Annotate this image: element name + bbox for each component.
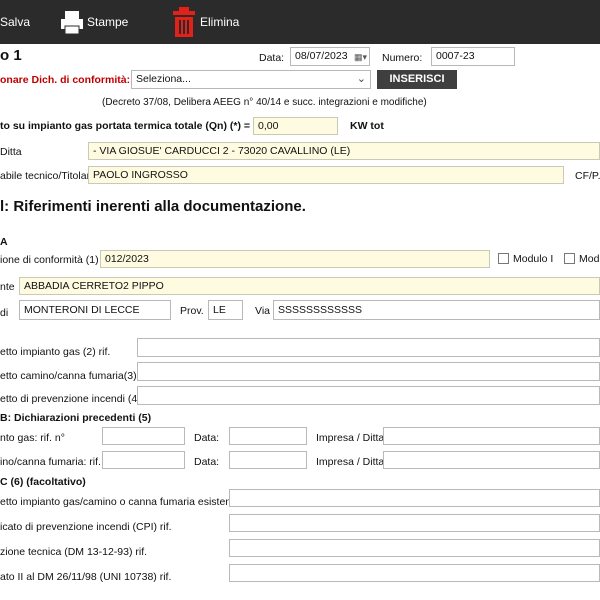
page-title: o 1	[0, 47, 22, 64]
select-value: Seleziona...	[136, 73, 191, 85]
prevenzione-incendi-field[interactable]	[137, 386, 600, 405]
print-button[interactable]: Stampe	[60, 0, 140, 44]
prov-field[interactable]: LE	[208, 300, 243, 320]
print-label: Stampe	[87, 15, 129, 29]
modulo1-label: Modulo I	[513, 253, 554, 265]
committente-label: nte	[0, 281, 15, 293]
cf-label: CF/P.I	[575, 170, 600, 182]
part-a-heading: A	[0, 236, 8, 248]
conformita-label: ione di conformità (1) n°	[0, 254, 112, 266]
modulo1-checkbox[interactable]: Modulo I	[498, 253, 553, 265]
modulo2-checkbox[interactable]: Modu	[564, 253, 600, 265]
portata-label: to su impianto gas portata termica total…	[0, 120, 250, 132]
prov-label: Prov.	[180, 305, 204, 317]
insert-button[interactable]: INSERISCI	[377, 70, 457, 89]
save-label: Salva	[0, 15, 31, 29]
via-field[interactable]: SSSSSSSSSSSS	[273, 300, 600, 320]
dich-conformita-label: onare Dich. di conformità:	[0, 74, 131, 86]
comune-label: di	[0, 307, 9, 319]
camino-data-label: Data:	[194, 456, 220, 468]
decreto-note: (Decreto 37/08, Delibera AEEG n° 40/14 e…	[102, 97, 427, 108]
uni10738-field[interactable]	[229, 564, 600, 582]
ditta-field[interactable]: - VIA GIOSUE' CARDUCCI 2 - 73020 CAVALLI…	[88, 142, 600, 160]
delete-button[interactable]: Elimina	[172, 0, 252, 44]
chevron-down-icon: ⌄	[356, 73, 366, 85]
relazione-tecnica-field[interactable]	[229, 539, 600, 557]
progetto-gas-label: etto impianto gas (2) rif.	[0, 346, 111, 358]
numero-label: Numero:	[382, 52, 423, 64]
impianto-gas-rif-label: nto gas: rif. n°	[0, 432, 65, 444]
via-label: Via	[255, 305, 270, 317]
impianto-gas-data-field[interactable]	[229, 427, 307, 445]
cpi-field[interactable]	[229, 514, 600, 532]
delete-label: Elimina	[200, 15, 240, 29]
impianto-gas-rif-field[interactable]	[102, 427, 185, 445]
modulo2-box[interactable]	[564, 253, 575, 264]
uni10738-label: ato II al DM 26/11/98 (UNI 10738) rif.	[0, 571, 172, 583]
cpi-label: icato di prevenzione incendi (CPI) rif.	[0, 521, 172, 533]
modulo1-box[interactable]	[498, 253, 509, 264]
portata-field[interactable]: 0,00	[253, 117, 338, 135]
progetto-camino-field[interactable]	[137, 362, 600, 381]
progetto-gas-field[interactable]	[137, 338, 600, 357]
relazione-tecnica-label: zione tecnica (DM 13-12-93) rif.	[0, 546, 148, 558]
date-picker[interactable]: 08/07/2023 ▦▾	[290, 47, 370, 66]
date-value: 08/07/2023	[295, 50, 348, 62]
data-label: Data:	[259, 52, 285, 64]
impianto-gas-impresa-field[interactable]	[383, 427, 600, 445]
prevenzione-incendi-label: etto di prevenzione incendi (4) rif.	[0, 393, 156, 405]
dich-conformita-select[interactable]: Seleziona... ⌄	[131, 70, 371, 89]
committente-field[interactable]: ABBADIA CERRETO2 PIPPO	[19, 277, 600, 295]
part-c-heading: C (6) (facoltativo)	[0, 476, 86, 488]
trash-icon	[173, 7, 195, 37]
modulo2-label: Modu	[579, 253, 600, 265]
section-title: l: Riferimenti inerenti alla documentazi…	[0, 198, 306, 215]
responsabile-field[interactable]: PAOLO INGROSSO	[88, 166, 564, 184]
comune-field[interactable]: MONTERONI DI LECCE	[19, 300, 171, 320]
impianto-gas-data-label: Data:	[194, 432, 220, 444]
progetto-camino-label: etto camino/canna fumaria(3) rif.	[0, 370, 152, 382]
impianto-gas-impresa-label: Impresa / Ditta	[316, 432, 385, 444]
printer-icon	[61, 11, 83, 35]
responsabile-label: abile tecnico/Titolare	[0, 170, 96, 182]
camino-impresa-label: Impresa / Ditta	[316, 456, 385, 468]
progetto-esistente-field[interactable]	[229, 489, 600, 507]
part-b-heading: B: Dichiarazioni precedenti (5)	[0, 412, 152, 424]
calendar-dropdown-icon[interactable]: ▦▾	[354, 49, 367, 65]
camino-rif-label: ino/canna fumaria: rif. n°	[0, 456, 114, 468]
ditta-label: Ditta	[0, 146, 22, 158]
camino-rif-field[interactable]	[102, 451, 185, 469]
portata-unit: KW tot	[350, 120, 384, 132]
camino-impresa-field[interactable]	[383, 451, 600, 469]
numero-field[interactable]: 0007-23	[431, 47, 515, 66]
toolbar: Salva Stampe Elimina	[0, 0, 600, 44]
camino-data-field[interactable]	[229, 451, 307, 469]
conformita-field[interactable]: 012/2023	[100, 250, 490, 268]
save-button[interactable]: Salva	[0, 0, 40, 44]
progetto-esistente-label: etto impianto gas/camino o canna fumaria…	[0, 496, 260, 508]
